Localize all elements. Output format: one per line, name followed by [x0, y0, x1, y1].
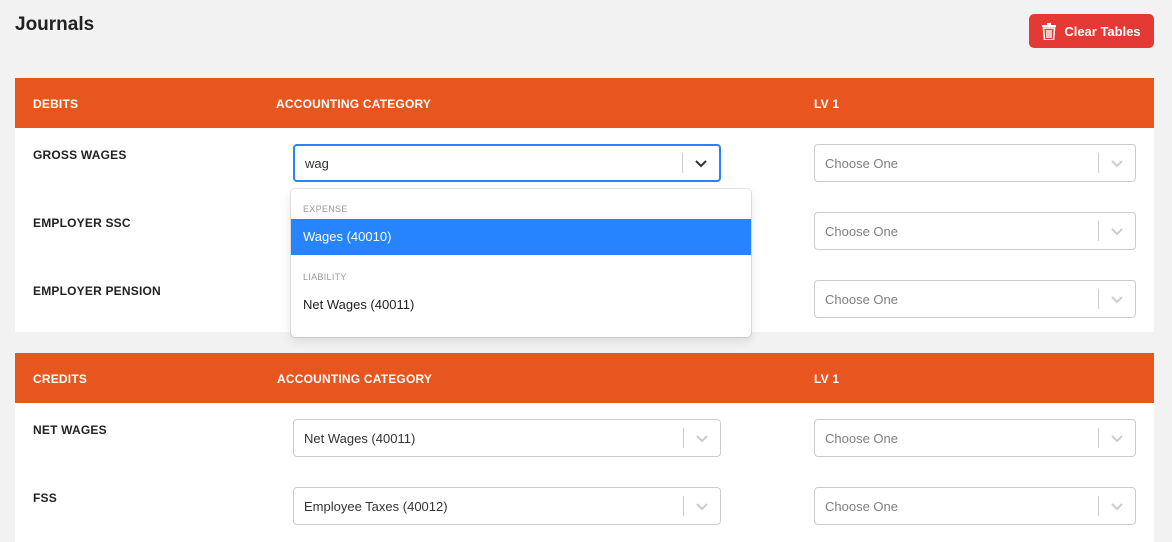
credits-header: CREDITS ACCOUNTING CATEGORY LV 1: [15, 353, 1154, 403]
debits-header: DEBITS ACCOUNTING CATEGORY LV 1: [15, 78, 1154, 128]
lv1-select[interactable]: Choose One: [814, 487, 1136, 525]
chevron-down-icon[interactable]: [1099, 431, 1135, 445]
lv1-placeholder: Choose One: [825, 291, 898, 307]
category-dropdown-menu: EXPENSE Wages (40010) LIABILITY Net Wage…: [291, 189, 751, 337]
credits-table: CREDITS ACCOUNTING CATEGORY LV 1 NET WAG…: [15, 353, 1154, 542]
header-debits: DEBITS: [33, 97, 79, 111]
clear-tables-button[interactable]: Clear Tables: [1029, 14, 1154, 48]
trash-icon: [1042, 22, 1057, 40]
category-value: Net Wages (40011): [304, 430, 416, 446]
category-search-input[interactable]: wag: [295, 156, 682, 171]
dropdown-option[interactable]: Net Wages (40011): [291, 287, 751, 323]
header-accounting-category: ACCOUNTING CATEGORY: [277, 372, 433, 386]
header-accounting-category: ACCOUNTING CATEGORY: [276, 97, 432, 111]
row-label: NET WAGES: [33, 423, 107, 437]
lv1-placeholder: Choose One: [825, 498, 898, 514]
row-label: FSS: [33, 491, 57, 505]
dropdown-option[interactable]: Wages (40010): [291, 219, 751, 255]
lv1-placeholder: Choose One: [825, 223, 898, 239]
chevron-down-icon[interactable]: [684, 499, 720, 513]
lv1-select[interactable]: Choose One: [814, 144, 1136, 182]
chevron-down-icon[interactable]: [684, 431, 720, 445]
chevron-down-icon[interactable]: [1099, 292, 1135, 306]
category-select[interactable]: Net Wages (40011): [293, 419, 721, 457]
header-lv1: LV 1: [814, 97, 840, 111]
chevron-down-icon[interactable]: [1099, 499, 1135, 513]
lv1-placeholder: Choose One: [825, 430, 898, 446]
lv1-select[interactable]: Choose One: [814, 280, 1136, 318]
header-lv1: LV 1: [814, 372, 840, 386]
category-select[interactable]: Employee Taxes (40012): [293, 487, 721, 525]
row-label: EMPLOYER SSC: [33, 216, 131, 230]
chevron-down-icon[interactable]: [683, 156, 719, 170]
clear-tables-label: Clear Tables: [1064, 23, 1141, 39]
chevron-down-icon[interactable]: [1099, 156, 1135, 170]
chevron-down-icon[interactable]: [1099, 224, 1135, 238]
page-title: Journals: [15, 14, 95, 35]
category-value: Employee Taxes (40012): [304, 498, 448, 514]
row-label: EMPLOYER PENSION: [33, 284, 161, 298]
lv1-placeholder: Choose One: [825, 155, 898, 171]
lv1-select[interactable]: Choose One: [814, 419, 1136, 457]
table-row: GROSS WAGES wag Choose One: [15, 128, 1154, 196]
table-row: FSS Employee Taxes (40012) Choose One: [15, 471, 1154, 539]
option-group-heading: LIABILITY: [303, 272, 347, 282]
category-select[interactable]: wag: [293, 144, 721, 182]
header-credits: CREDITS: [33, 372, 88, 386]
lv1-select[interactable]: Choose One: [814, 212, 1136, 250]
option-group-heading: EXPENSE: [303, 204, 348, 214]
row-label: GROSS WAGES: [33, 148, 127, 162]
table-row: NET WAGES Net Wages (40011) Choose One: [15, 403, 1154, 471]
